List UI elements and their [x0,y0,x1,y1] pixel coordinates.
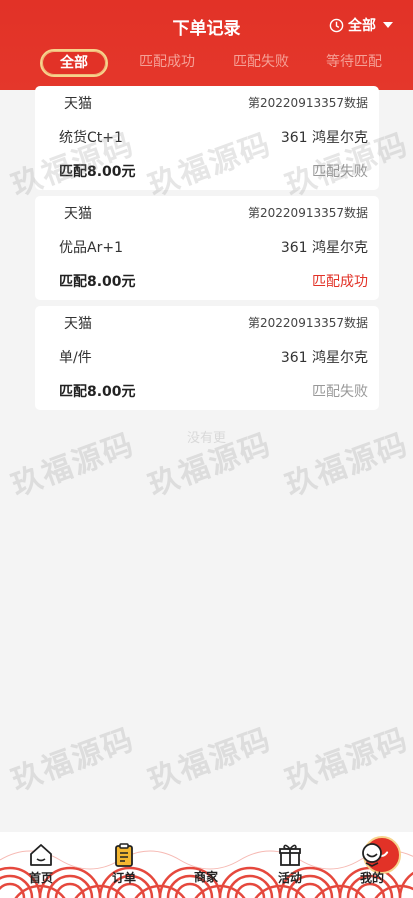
order-card[interactable]: 天猫 第20220913357数据 优品Ar+1 361 鸿星尔克 匹配8.00… [35,196,379,300]
watermark: 玖福源码 [7,721,140,799]
product-name: 优品Ar+1 [59,240,123,256]
order-number: 第20220913357数据 [248,96,368,110]
nav-activity[interactable]: 活动 [260,842,320,886]
watermark: 玖福源码 [144,721,277,799]
user-face-icon [362,843,382,867]
nav-label: 我的 [359,871,384,885]
clipboard-icon [115,843,133,867]
header-bar: 下单记录 全部 全部 匹配成功 匹配失败 等待匹配 [0,0,413,90]
nav-label: 订单 [111,871,136,885]
platform-name: 天猫 [64,96,92,112]
nav-orders[interactable]: 订单 [94,842,154,886]
order-number: 第20220913357数据 [248,206,368,220]
order-card[interactable]: 天猫 第20220913357数据 单/件 361 鸿星尔克 匹配8.00元 匹… [35,306,379,410]
match-amount: 匹配8.00元 [59,384,136,400]
nav-home[interactable]: 首页 [11,842,71,886]
nav-label: 商家 [193,870,218,884]
status-badge: 匹配失败 [312,164,368,180]
order-card[interactable]: 天猫 第20220913357数据 统货Ct+1 361 鸿星尔克 匹配8.00… [35,86,379,190]
nav-label: 活动 [277,871,302,885]
status-badge: 匹配失败 [312,384,368,400]
seller-name: 361 鸿星尔克 [280,240,368,256]
clock-icon [329,18,344,32]
tab-pending[interactable]: 等待匹配 [317,48,391,76]
seller-name: 361 鸿星尔克 [280,350,368,366]
tab-match-failed[interactable]: 匹配失败 [224,48,298,76]
match-amount: 匹配8.00元 [59,274,136,290]
nav-merchant[interactable]: 商家 [176,836,401,885]
match-amount: 匹配8.00元 [59,164,136,180]
chevron-down-icon [383,22,393,28]
status-tabs: 全部 匹配成功 匹配失败 等待匹配 [0,48,413,78]
nav-mine[interactable]: 我的 [342,842,402,886]
nav-label: 首页 [28,871,53,885]
status-badge: 匹配成功 [312,274,368,290]
bottom-nav: 首页 订单 商家 活动 我的 [0,832,413,898]
list-end-text: 没有更 [186,431,226,446]
status-filter-dropdown[interactable]: 全部 [329,15,393,35]
product-name: 单/件 [59,350,92,366]
filter-label: 全部 [348,18,376,34]
product-name: 统货Ct+1 [59,130,123,146]
gift-icon [279,844,301,866]
home-icon [30,844,52,866]
watermark: 玖福源码 [281,721,413,799]
tab-all[interactable]: 全部 [40,49,108,77]
order-number: 第20220913357数据 [248,316,368,330]
platform-name: 天猫 [64,206,92,222]
tab-match-success[interactable]: 匹配成功 [130,48,204,76]
seller-name: 361 鸿星尔克 [280,130,368,146]
platform-name: 天猫 [64,316,92,332]
